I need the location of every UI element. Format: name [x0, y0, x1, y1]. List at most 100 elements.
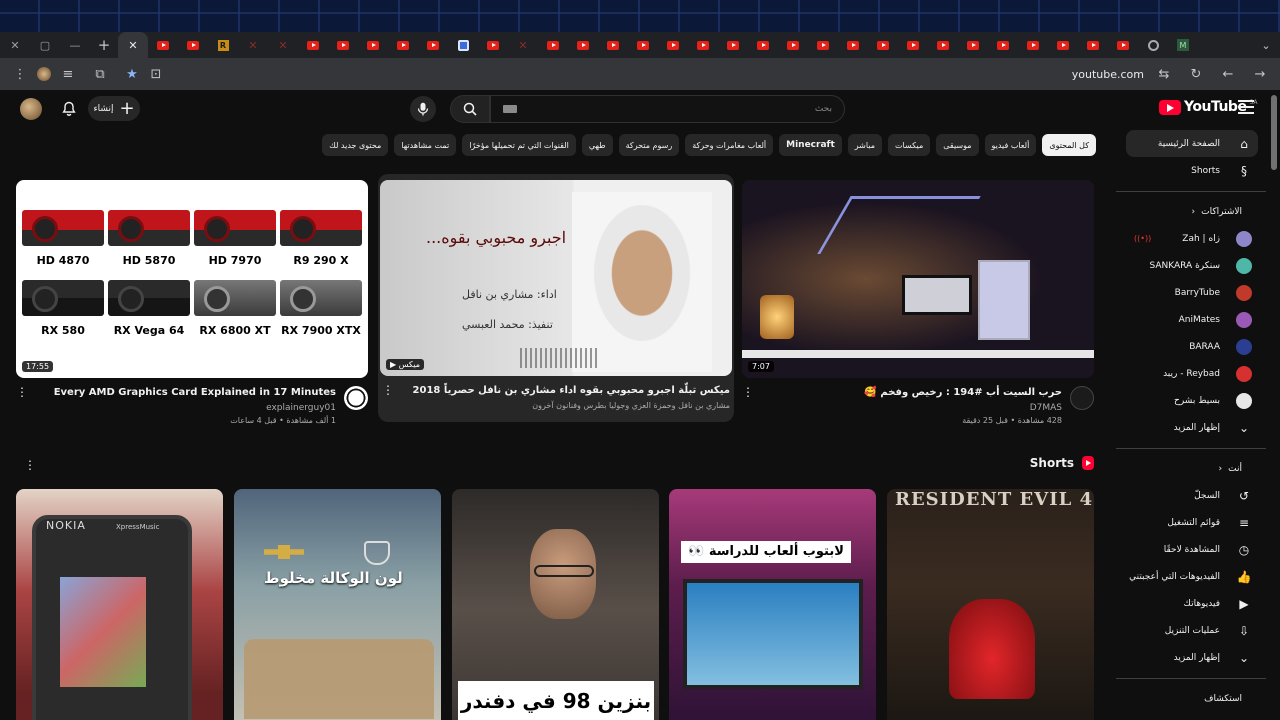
notifications-bell-icon[interactable]: [58, 98, 80, 120]
browser-tab[interactable]: [298, 32, 328, 58]
short-card[interactable]: لابتوب ألعاب للدراسة 👀: [669, 489, 876, 720]
browser-tab[interactable]: [478, 32, 508, 58]
channel-name[interactable]: explainerguy01: [266, 403, 336, 413]
sidebar-subscription[interactable]: BARAA: [1116, 333, 1266, 360]
browser-tab[interactable]: [688, 32, 718, 58]
reload-icon[interactable]: ↻: [1184, 62, 1208, 86]
search-input[interactable]: بحث: [490, 95, 845, 123]
video-menu-icon[interactable]: ⋮: [16, 386, 28, 400]
browser-tab[interactable]: [178, 32, 208, 58]
video-title[interactable]: حرب السيت أب #194 : رخيص وفخم 🥰: [864, 387, 1062, 398]
subscriptions-heading[interactable]: › الاشتراكات: [1116, 199, 1266, 225]
browser-tab[interactable]: [358, 32, 388, 58]
browser-tab[interactable]: [928, 32, 958, 58]
video-card[interactable]: 7:07 حرب السيت أب #194 : رخيص وفخم 🥰 D7M…: [742, 180, 1094, 426]
forward-icon[interactable]: →: [1248, 62, 1272, 86]
browser-tab[interactable]: [718, 32, 748, 58]
browser-tab[interactable]: R: [208, 32, 238, 58]
close-window-button[interactable]: ✕: [0, 32, 30, 58]
browser-tab[interactable]: [538, 32, 568, 58]
reading-list-icon[interactable]: ≡: [56, 62, 80, 86]
guide-menu-icon[interactable]: [1238, 100, 1254, 114]
sidebar-subscription[interactable]: AniMates: [1116, 306, 1266, 333]
back-icon[interactable]: ←: [1216, 62, 1240, 86]
sidebar-item-shorts[interactable]: Shorts §: [1116, 157, 1266, 184]
filter-chip[interactable]: موسيقى: [936, 134, 979, 156]
filter-chip[interactable]: Minecraft: [779, 134, 842, 156]
browser-tab[interactable]: [1078, 32, 1108, 58]
browser-tab[interactable]: ✕: [268, 32, 298, 58]
browser-tab[interactable]: [898, 32, 928, 58]
sidebar-you-item[interactable]: فيديوهاتك ▶: [1116, 590, 1266, 617]
browser-tab[interactable]: [1138, 32, 1168, 58]
browser-tab[interactable]: [448, 32, 478, 58]
sidebar-you-item[interactable]: الفيديوهات التي أعجبتني 👍: [1116, 563, 1266, 590]
browser-tab[interactable]: [568, 32, 598, 58]
account-avatar[interactable]: [20, 98, 42, 120]
filter-chip[interactable]: مباشر: [847, 134, 883, 156]
shorts-menu-icon[interactable]: ⋮: [24, 458, 36, 472]
browser-tab[interactable]: ✕: [508, 32, 538, 58]
channel-avatar[interactable]: [1070, 386, 1094, 410]
short-card[interactable]: NOKIA XpressMusic: [16, 489, 223, 720]
new-tab-button[interactable]: +: [90, 32, 118, 58]
video-thumbnail[interactable]: 7:07: [742, 180, 1094, 378]
show-more-you[interactable]: إظهار المزيد ⌄: [1116, 644, 1266, 671]
short-card[interactable]: RESIDENT EVIL 4: [887, 489, 1094, 720]
video-menu-icon[interactable]: ⋮: [742, 386, 754, 400]
browser-tab[interactable]: [778, 32, 808, 58]
search-button[interactable]: [450, 95, 490, 123]
sidebar-you-item[interactable]: السجلّ ↺: [1116, 482, 1266, 509]
browser-tab[interactable]: [328, 32, 358, 58]
filter-chip[interactable]: ميكسات: [888, 134, 931, 156]
show-more-subscriptions[interactable]: إظهار المزيد ⌄: [1116, 414, 1266, 441]
filter-chip[interactable]: القنوات التي تم تحميلها مؤخرًا: [462, 134, 576, 156]
channel-avatar[interactable]: [344, 386, 368, 410]
filter-chip[interactable]: محتوى جديد لك: [322, 134, 389, 156]
video-title[interactable]: ميكس تبلّة اجبرو محبوبي بقوه اداء مشاري …: [413, 385, 730, 396]
browser-tab[interactable]: [148, 32, 178, 58]
video-title[interactable]: Every AMD Graphics Card Explained in 17 …: [54, 387, 336, 398]
mix-thumbnail[interactable]: اجبرو محبوبي بقوه... اداء: مشاري بن نافل…: [380, 180, 732, 376]
filter-chip[interactable]: ألعاب مغامرات وحركة: [685, 134, 774, 156]
sidebar-subscription[interactable]: ريبد - Reybad: [1116, 360, 1266, 387]
browser-tab[interactable]: [988, 32, 1018, 58]
browser-tab[interactable]: [388, 32, 418, 58]
sidebar-you-item[interactable]: قوائم التشغيل ≡: [1116, 509, 1266, 536]
browser-tab[interactable]: [598, 32, 628, 58]
profile-icon[interactable]: [32, 62, 56, 86]
filter-chip[interactable]: ألعاب فيديو: [984, 134, 1037, 156]
install-app-icon[interactable]: ⊡: [144, 62, 168, 86]
sidebar-you-item[interactable]: المشاهدة لاحقًا ◷: [1116, 536, 1266, 563]
mix-card[interactable]: اجبرو محبوبي بقوه... اداء: مشاري بن نافل…: [378, 174, 734, 422]
channel-name[interactable]: D7MAS: [1030, 403, 1062, 413]
voice-search-mic-icon[interactable]: [410, 96, 436, 122]
browser-tab[interactable]: [748, 32, 778, 58]
active-tab-close[interactable]: ✕: [118, 32, 148, 58]
browser-tab[interactable]: [808, 32, 838, 58]
video-card[interactable]: HD 4870 HD 5870 HD 7970 R9 290 X RX 580 RX Ve…: [16, 180, 368, 426]
filter-chip[interactable]: طهي: [581, 134, 613, 156]
sidebar-subscription[interactable]: SANKARA سنكرة: [1116, 252, 1266, 279]
sidebar-subscription[interactable]: بسيط بشرح: [1116, 387, 1266, 414]
short-card[interactable]: لون الوكالة مخلوط: [234, 489, 441, 720]
site-settings-icon[interactable]: ⇆: [1152, 62, 1176, 86]
video-menu-icon[interactable]: ⋮: [382, 384, 394, 398]
sidebar-you-item[interactable]: عمليات التنزيل ⇩: [1116, 617, 1266, 644]
tab-search-button[interactable]: ⌄: [1252, 39, 1280, 52]
browser-tab[interactable]: [958, 32, 988, 58]
maximize-window-button[interactable]: ▢: [30, 32, 60, 58]
bookmark-star-icon[interactable]: ★: [120, 62, 144, 86]
page-scrollbar[interactable]: [1271, 95, 1277, 170]
filter-chip[interactable]: تمت مشاهدتها: [394, 134, 457, 156]
sidebar-subscription[interactable]: BarryTube: [1116, 279, 1266, 306]
short-card[interactable]: بنزين 98 في دفندر: [452, 489, 659, 720]
address-bar[interactable]: youtube.com: [1072, 68, 1144, 81]
browser-tab[interactable]: [838, 32, 868, 58]
create-button[interactable]: إنشاء +: [88, 96, 140, 121]
browser-tab[interactable]: M: [1168, 32, 1198, 58]
filter-chip[interactable]: كل المحتوى: [1042, 134, 1096, 156]
filter-chip[interactable]: رسوم متحركة: [618, 134, 680, 156]
video-thumbnail[interactable]: HD 4870 HD 5870 HD 7970 R9 290 X RX 580 RX Ve…: [16, 180, 368, 378]
browser-tab[interactable]: ✕: [238, 32, 268, 58]
